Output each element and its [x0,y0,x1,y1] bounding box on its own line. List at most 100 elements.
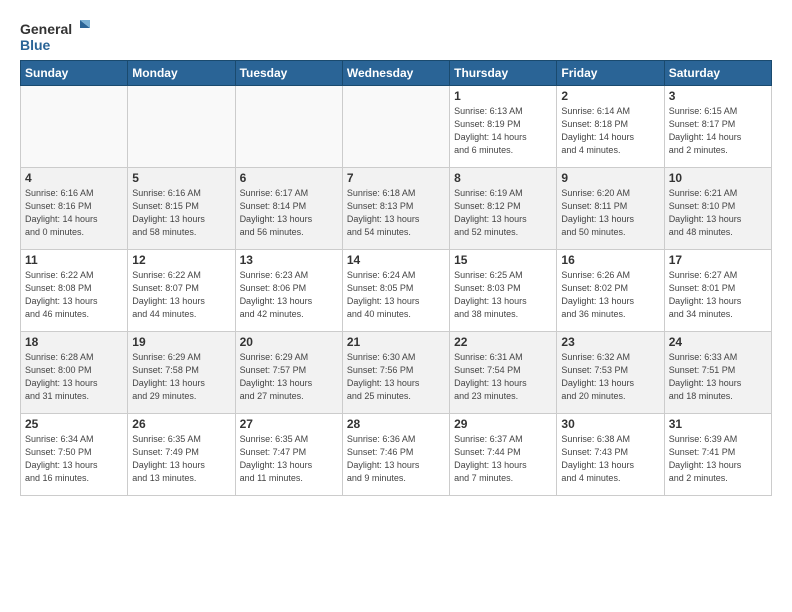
day-info: Sunrise: 6:18 AM Sunset: 8:13 PM Dayligh… [347,187,445,239]
day-number: 11 [25,253,123,267]
day-number: 20 [240,335,338,349]
calendar-cell: 24 Sunrise: 6:33 AM Sunset: 7:51 PM Dayli… [664,332,771,414]
day-info: Sunrise: 6:35 AM Sunset: 7:47 PM Dayligh… [240,433,338,485]
calendar-cell: 12 Sunrise: 6:22 AM Sunset: 8:07 PM Dayli… [128,250,235,332]
calendar-cell [128,86,235,168]
day-number: 2 [561,89,659,103]
calendar-cell [342,86,449,168]
day-info: Sunrise: 6:15 AM Sunset: 8:17 PM Dayligh… [669,105,767,157]
calendar-cell: 29Sunrise: 6:37 AM Sunset: 7:44 PM Dayli… [450,414,557,496]
header: General Blue [20,16,772,56]
day-info: Sunrise: 6:16 AM Sunset: 8:16 PM Dayligh… [25,187,123,239]
weekday-header-row: SundayMondayTuesdayWednesdayThursdayFrid… [21,61,772,86]
calendar-cell [235,86,342,168]
calendar-cell: 20 Sunrise: 6:29 AM Sunset: 7:57 PM Dayli… [235,332,342,414]
calendar-cell: 26 Sunrise: 6:35 AM Sunset: 7:49 PM Dayli… [128,414,235,496]
calendar-cell: 16Sunrise: 6:26 AM Sunset: 8:02 PM Dayli… [557,250,664,332]
calendar-cell: 27 Sunrise: 6:35 AM Sunset: 7:47 PM Dayli… [235,414,342,496]
day-number: 23 [561,335,659,349]
day-number: 15 [454,253,552,267]
day-number: 3 [669,89,767,103]
day-number: 6 [240,171,338,185]
weekday-saturday: Saturday [664,61,771,86]
calendar-cell: 3 Sunrise: 6:15 AM Sunset: 8:17 PM Daylig… [664,86,771,168]
week-row-2: 4Sunrise: 6:16 AM Sunset: 8:16 PM Daylig… [21,168,772,250]
calendar-cell: 22 Sunrise: 6:31 AM Sunset: 7:54 PM Dayli… [450,332,557,414]
calendar-cell: 25Sunrise: 6:34 AM Sunset: 7:50 PM Dayli… [21,414,128,496]
day-number: 17 [669,253,767,267]
logo-svg: General Blue [20,16,90,56]
day-number: 28 [347,417,445,431]
day-number: 16 [561,253,659,267]
weekday-friday: Friday [557,61,664,86]
weekday-thursday: Thursday [450,61,557,86]
day-number: 30 [561,417,659,431]
calendar-table: SundayMondayTuesdayWednesdayThursdayFrid… [20,60,772,496]
day-info: Sunrise: 6:38 AM Sunset: 7:43 PM Dayligh… [561,433,659,485]
day-info: Sunrise: 6:13 AM Sunset: 8:19 PM Dayligh… [454,105,552,157]
calendar-cell: 14 Sunrise: 6:24 AM Sunset: 8:05 PM Dayli… [342,250,449,332]
day-info: Sunrise: 6:21 AM Sunset: 8:10 PM Dayligh… [669,187,767,239]
day-number: 7 [347,171,445,185]
calendar-cell: 5Sunrise: 6:16 AM Sunset: 8:15 PM Daylig… [128,168,235,250]
day-info: Sunrise: 6:29 AM Sunset: 7:57 PM Dayligh… [240,351,338,403]
calendar-cell: 15 Sunrise: 6:25 AM Sunset: 8:03 PM Dayli… [450,250,557,332]
day-number: 12 [132,253,230,267]
day-info: Sunrise: 6:36 AM Sunset: 7:46 PM Dayligh… [347,433,445,485]
day-info: Sunrise: 6:32 AM Sunset: 7:53 PM Dayligh… [561,351,659,403]
day-number: 22 [454,335,552,349]
day-info: Sunrise: 6:22 AM Sunset: 8:07 PM Dayligh… [132,269,230,321]
calendar-cell: 8Sunrise: 6:19 AM Sunset: 8:12 PM Daylig… [450,168,557,250]
calendar-cell: 28 Sunrise: 6:36 AM Sunset: 7:46 PM Dayli… [342,414,449,496]
logo: General Blue [20,16,90,56]
day-number: 10 [669,171,767,185]
weekday-sunday: Sunday [21,61,128,86]
calendar-cell: 11 Sunrise: 6:22 AM Sunset: 8:08 PM Dayli… [21,250,128,332]
day-number: 26 [132,417,230,431]
day-number: 1 [454,89,552,103]
day-info: Sunrise: 6:24 AM Sunset: 8:05 PM Dayligh… [347,269,445,321]
day-number: 18 [25,335,123,349]
svg-text:Blue: Blue [20,37,51,53]
weekday-monday: Monday [128,61,235,86]
calendar-cell [21,86,128,168]
calendar-cell: 13Sunrise: 6:23 AM Sunset: 8:06 PM Dayli… [235,250,342,332]
calendar-cell: 6 Sunrise: 6:17 AM Sunset: 8:14 PM Daylig… [235,168,342,250]
calendar-cell: 30 Sunrise: 6:38 AM Sunset: 7:43 PM Dayli… [557,414,664,496]
day-number: 8 [454,171,552,185]
calendar-cell: 21Sunrise: 6:30 AM Sunset: 7:56 PM Dayli… [342,332,449,414]
week-row-1: 1 Sunrise: 6:13 AM Sunset: 8:19 PM Daylig… [21,86,772,168]
day-number: 31 [669,417,767,431]
day-info: Sunrise: 6:25 AM Sunset: 8:03 PM Dayligh… [454,269,552,321]
day-info: Sunrise: 6:17 AM Sunset: 8:14 PM Dayligh… [240,187,338,239]
day-info: Sunrise: 6:14 AM Sunset: 8:18 PM Dayligh… [561,105,659,157]
day-number: 24 [669,335,767,349]
day-info: Sunrise: 6:23 AM Sunset: 8:06 PM Dayligh… [240,269,338,321]
page: General Blue SundayMondayTuesdayWednesda… [0,0,792,506]
day-number: 29 [454,417,552,431]
week-row-3: 11 Sunrise: 6:22 AM Sunset: 8:08 PM Dayli… [21,250,772,332]
calendar-cell: 17 Sunrise: 6:27 AM Sunset: 8:01 PM Dayli… [664,250,771,332]
calendar-cell: 10 Sunrise: 6:21 AM Sunset: 8:10 PM Dayli… [664,168,771,250]
day-info: Sunrise: 6:35 AM Sunset: 7:49 PM Dayligh… [132,433,230,485]
day-info: Sunrise: 6:33 AM Sunset: 7:51 PM Dayligh… [669,351,767,403]
calendar-cell: 31 Sunrise: 6:39 AM Sunset: 7:41 PM Dayli… [664,414,771,496]
day-info: Sunrise: 6:22 AM Sunset: 8:08 PM Dayligh… [25,269,123,321]
day-number: 9 [561,171,659,185]
calendar-cell: 18Sunrise: 6:28 AM Sunset: 8:00 PM Dayli… [21,332,128,414]
day-number: 21 [347,335,445,349]
calendar-cell: 23 Sunrise: 6:32 AM Sunset: 7:53 PM Dayli… [557,332,664,414]
day-info: Sunrise: 6:29 AM Sunset: 7:58 PM Dayligh… [132,351,230,403]
calendar-cell: 2 Sunrise: 6:14 AM Sunset: 8:18 PM Daylig… [557,86,664,168]
day-number: 25 [25,417,123,431]
day-number: 14 [347,253,445,267]
day-info: Sunrise: 6:39 AM Sunset: 7:41 PM Dayligh… [669,433,767,485]
day-info: Sunrise: 6:31 AM Sunset: 7:54 PM Dayligh… [454,351,552,403]
svg-text:General: General [20,21,72,37]
calendar-cell: 4Sunrise: 6:16 AM Sunset: 8:16 PM Daylig… [21,168,128,250]
calendar-cell: 7 Sunrise: 6:18 AM Sunset: 8:13 PM Daylig… [342,168,449,250]
day-info: Sunrise: 6:27 AM Sunset: 8:01 PM Dayligh… [669,269,767,321]
week-row-4: 18Sunrise: 6:28 AM Sunset: 8:00 PM Dayli… [21,332,772,414]
day-number: 27 [240,417,338,431]
weekday-tuesday: Tuesday [235,61,342,86]
